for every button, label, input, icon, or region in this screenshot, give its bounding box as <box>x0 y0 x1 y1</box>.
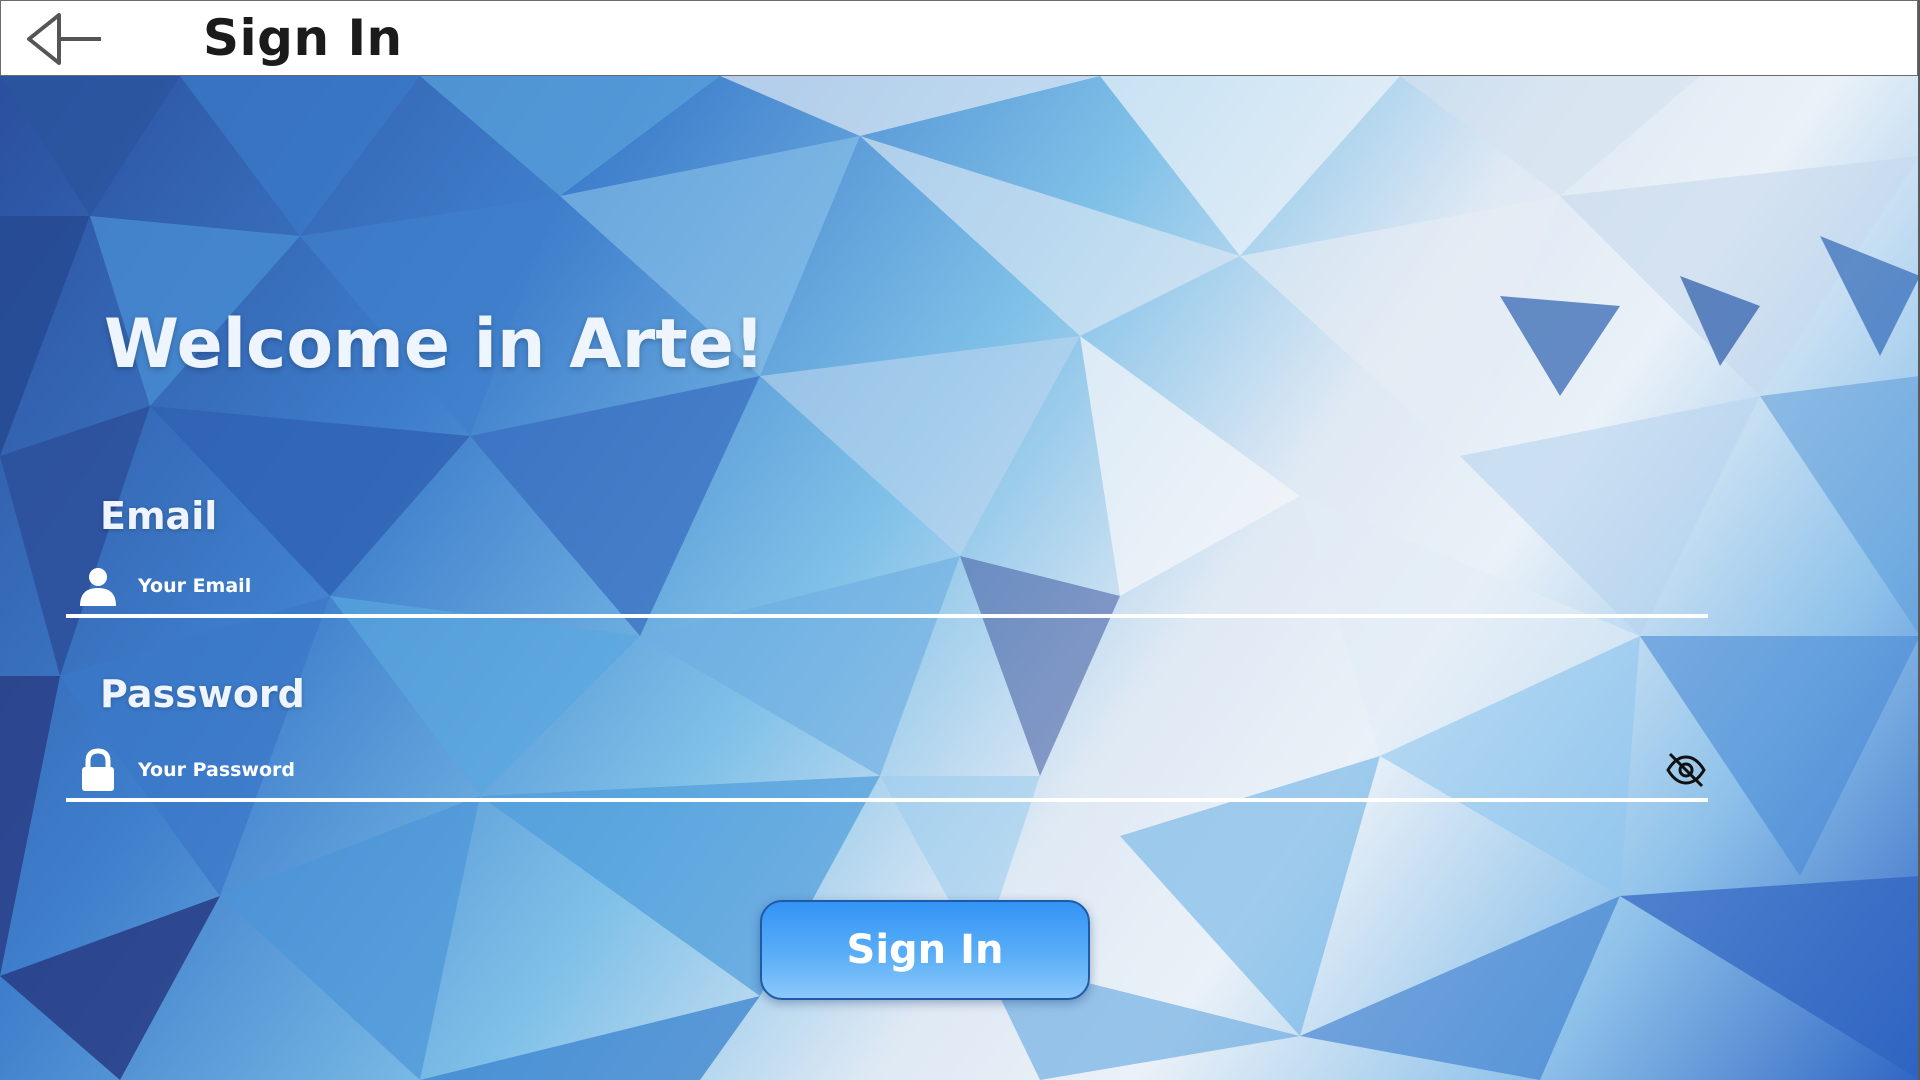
password-label: Password <box>100 672 305 716</box>
welcome-heading: Welcome in Arte! <box>104 305 765 384</box>
toggle-password-visibility[interactable] <box>1664 748 1708 792</box>
user-icon <box>80 568 116 606</box>
back-button[interactable] <box>23 9 107 69</box>
eye-off-icon <box>1666 752 1706 788</box>
password-field[interactable] <box>66 740 1708 802</box>
sign-in-button[interactable]: Sign In <box>760 900 1090 1000</box>
lock-icon <box>82 748 114 791</box>
password-input[interactable] <box>138 748 1578 792</box>
back-arrow-icon <box>27 13 101 65</box>
login-panel: Welcome in Arte! Email Password Sign In <box>0 76 1920 1080</box>
email-label: Email <box>100 494 218 538</box>
app-header: Sign In <box>0 0 1918 76</box>
email-input[interactable] <box>138 564 1618 608</box>
page-title: Sign In <box>203 9 403 67</box>
email-field[interactable] <box>66 556 1708 618</box>
